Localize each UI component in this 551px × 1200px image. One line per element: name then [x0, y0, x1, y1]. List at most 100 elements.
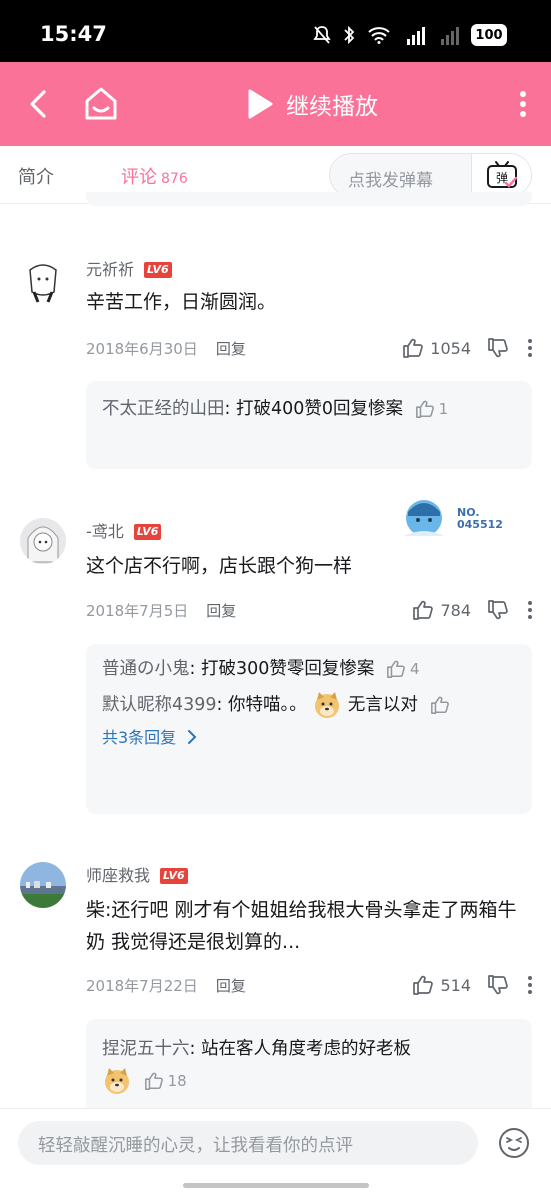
reply-card[interactable]: 捏泥五十六: 站在客人角度考虑的好老板 18: [86, 1019, 532, 1119]
comment-date: 2018年7月5日: [86, 601, 189, 620]
comment-text: 这个店不行啊，店长跟个狗一样: [86, 555, 353, 577]
status-bar: 15:47 100: [0, 0, 551, 62]
battery-indicator: 100: [471, 24, 507, 46]
thumbs-up-icon: [386, 660, 405, 678]
tab-comments[interactable]: 评论 876: [121, 163, 188, 189]
reply-like[interactable]: [430, 695, 450, 715]
username-text: -鸢北: [86, 522, 124, 541]
reply-like-count: 1: [438, 400, 449, 418]
like-button[interactable]: 514: [412, 974, 471, 996]
bottom-comment-bar: 轻轻敲醒沉睡的心灵，让我看看你的点评: [0, 1108, 551, 1200]
comment-meta: 2018年7月5日 回复 784: [86, 597, 535, 623]
reply-username[interactable]: 捏泥五十六: [102, 1039, 190, 1059]
danmaku-entry[interactable]: 点我发弹幕 弹: [329, 153, 532, 197]
home-icon[interactable]: [80, 82, 122, 126]
username-text: 元祈祈: [86, 260, 135, 279]
fan-badge-label: NO. 045512: [457, 506, 503, 531]
level-badge: LV6: [133, 524, 162, 540]
wifi-icon: [368, 27, 390, 44]
comment-date: 2018年6月30日: [86, 339, 198, 358]
comment-username[interactable]: 元祈祈 LV6: [86, 256, 172, 280]
home-indicator: [183, 1183, 369, 1188]
video-header: 继续播放: [0, 62, 551, 146]
reply-like[interactable]: 4: [386, 653, 420, 685]
reply-like-count: 18: [167, 1072, 187, 1090]
doge-emote-icon: [315, 692, 340, 718]
reply-button[interactable]: 回复: [216, 338, 246, 359]
level-badge: LV6: [160, 868, 188, 884]
fan-badge-image: NO. 045512: [404, 500, 503, 536]
status-icons: 100: [313, 22, 507, 48]
thumbs-up-icon: [430, 696, 449, 714]
reply-card[interactable]: 普通の小鬼: 打破300赞零回复惨案 4 默认昵称4399: 你特喵。。 无言以…: [86, 644, 532, 814]
danmaku-toggle-button[interactable]: 弹: [471, 154, 531, 196]
tab-intro[interactable]: 简介: [18, 163, 54, 189]
avatar[interactable]: [20, 518, 66, 564]
reply-button[interactable]: 回复: [206, 600, 236, 621]
mute-icon: [313, 26, 331, 44]
avatar[interactable]: [20, 862, 66, 908]
comment-more-icon[interactable]: [525, 599, 535, 621]
thumbs-up-icon: [413, 975, 434, 995]
like-button[interactable]: 1054: [402, 337, 471, 359]
username-text: 师座救我: [86, 866, 151, 885]
avatar-image: [20, 518, 66, 564]
reply-item: 捏泥五十六: 站在客人角度考虑的好老板: [102, 1039, 411, 1059]
view-all-replies-link[interactable]: 共3条回复: [102, 723, 516, 753]
reply-like[interactable]: 1: [415, 393, 449, 425]
thumbs-down-icon[interactable]: [487, 337, 509, 359]
continue-play-button[interactable]: 继续播放: [246, 84, 378, 124]
level-badge: LV6: [144, 262, 172, 278]
reply-username[interactable]: 不太正经的山田: [102, 399, 225, 419]
danmaku-input[interactable]: 点我发弹幕: [348, 166, 433, 191]
avatar-image: [20, 862, 66, 908]
thumbs-up-icon: [415, 400, 434, 418]
comment-text: 辛苦工作，日渐圆润。: [86, 291, 277, 313]
reply-card[interactable]: 不太正经的山田: 打破400赞0回复惨案 1: [86, 381, 532, 469]
reply-item: 默认昵称4399: 你特喵。。 无言以对: [102, 689, 516, 721]
reply-text: 站在客人角度考虑的好老板: [200, 1039, 411, 1059]
avatar[interactable]: [20, 258, 66, 304]
reply-text: 无言以对: [347, 695, 418, 715]
play-icon: [248, 89, 273, 119]
reply-text: 你特喵。。: [228, 695, 307, 715]
comment-text: 柴:还行吧 刚才有个姐姐给我根大骨头拿走了两箱牛奶 我觉得还是很划算的...: [86, 899, 517, 953]
comment-input[interactable]: 轻轻敲醒沉睡的心灵，让我看看你的点评: [18, 1121, 478, 1165]
comment-more-icon[interactable]: [525, 337, 535, 359]
thumbs-up-icon: [413, 600, 434, 620]
thumbs-down-icon[interactable]: [487, 974, 509, 996]
comment-input-placeholder: 轻轻敲醒沉睡的心灵，让我看看你的点评: [38, 1136, 353, 1156]
reply-text: 打破300赞零回复惨案: [200, 659, 375, 679]
comment-count: 876: [161, 171, 188, 187]
chevron-right-icon: [188, 730, 197, 744]
like-button[interactable]: 784: [412, 599, 471, 621]
thumbs-up-icon: [144, 1072, 163, 1090]
avatar-image: [20, 258, 66, 304]
reply-like[interactable]: 18: [144, 1065, 187, 1097]
back-icon[interactable]: [20, 84, 60, 124]
thumbs-up-icon: [403, 338, 424, 358]
signal-5g-icon: [407, 27, 425, 45]
comment-more-icon[interactable]: [525, 974, 535, 996]
more-vertical-icon[interactable]: [511, 84, 535, 124]
emoji-icon[interactable]: [497, 1126, 531, 1160]
continue-play-label: 继续播放: [286, 94, 378, 120]
reply-text: 打破400赞0回复惨案: [235, 399, 404, 419]
thumbs-down-icon[interactable]: [487, 599, 509, 621]
comment-username[interactable]: -鸢北 LV6: [86, 518, 162, 542]
comment-username[interactable]: 师座救我 LV6: [86, 862, 188, 886]
previous-reply-card-edge: [86, 192, 532, 206]
reply-username[interactable]: 普通の小鬼: [102, 659, 190, 679]
doge-emote-icon: [105, 1068, 129, 1094]
comment-date: 2018年7月22日: [86, 976, 198, 995]
comment-meta: 2018年7月22日 回复 514: [86, 972, 535, 998]
danmaku-icon: 弹: [486, 161, 517, 188]
total-replies-text: 共3条回复: [102, 728, 177, 747]
reply-button[interactable]: 回复: [216, 975, 246, 996]
reply-item-cont: 18: [102, 1065, 516, 1097]
tab-comments-label: 评论: [121, 167, 157, 188]
reply-item: 普通の小鬼: 打破300赞零回复惨案 4: [102, 653, 516, 685]
reply-username[interactable]: 默认昵称4399: [102, 695, 217, 715]
reply-item: 不太正经的山田: 打破400赞0回复惨案 1: [102, 393, 516, 425]
fan-badge[interactable]: NO. 045512: [400, 496, 510, 540]
